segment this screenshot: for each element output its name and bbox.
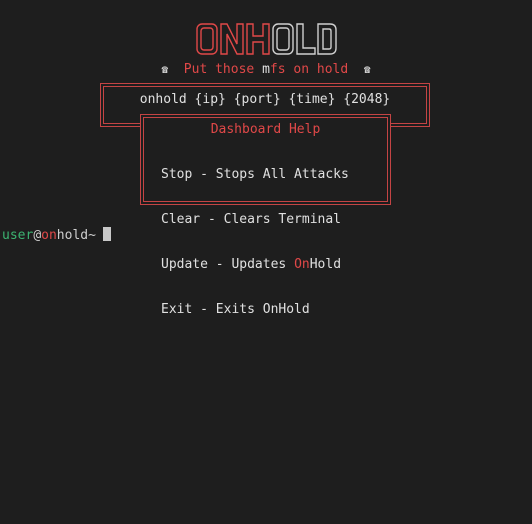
usage-text: onhold {ip} {port} {time} {2048} <box>139 92 391 107</box>
tagline-part-1: Put those <box>183 62 263 77</box>
help-line-update-prefix: Update - Updates <box>161 257 295 272</box>
telephone-icon: ☎ <box>363 63 371 76</box>
text-cursor[interactable] <box>102 227 111 241</box>
onhold-logo <box>196 22 338 56</box>
help-line-update-suffix: Hold <box>309 257 342 272</box>
help-list: Stop - Stops All Attacks Clear - Clears … <box>161 137 349 347</box>
tagline-part-3: fs on hold <box>269 62 349 77</box>
prompt-user: user <box>2 228 34 243</box>
tagline-part-2: m <box>262 62 270 77</box>
help-line-clear: Clear - Clears Terminal <box>161 212 342 227</box>
telephone-icon: ☎ <box>161 63 169 76</box>
help-line-exit: Exit - Exits OnHold <box>161 302 310 317</box>
prompt-host-hold: hold <box>56 228 89 243</box>
help-line-update-highlight: On <box>294 257 310 272</box>
help-title: Dashboard Help <box>210 122 321 137</box>
tagline: ☎ Put those mfs on hold ☎ <box>0 62 532 77</box>
prompt-tilde: ~ <box>88 228 96 243</box>
prompt-at: @ <box>33 228 42 243</box>
help-line-update: Update - Updates OnHold <box>161 257 349 272</box>
command-prompt[interactable]: user@onhold~ <box>2 227 111 243</box>
terminal-window[interactable]: ☎ Put those mfs on hold ☎ onhold {ip} {p… <box>0 0 532 524</box>
help-line-stop: Stop - Stops All Attacks <box>161 167 349 182</box>
prompt-host-on: on <box>41 228 57 243</box>
help-box: Dashboard Help Stop - Stops All Attacks … <box>140 114 391 317</box>
